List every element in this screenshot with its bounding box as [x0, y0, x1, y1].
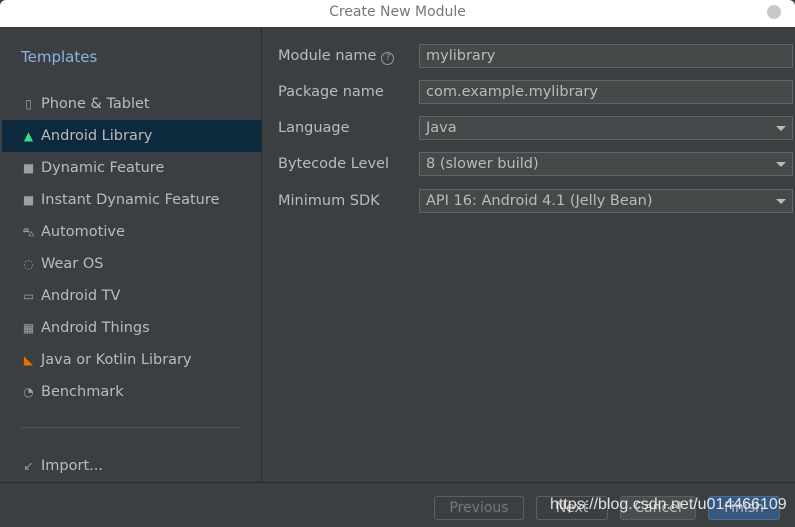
sidebar-item-android-things[interactable]: ▦ Android Things — [2, 312, 261, 344]
module-name-label: Module name? — [278, 48, 404, 65]
module-name-input[interactable]: mylibrary — [419, 44, 793, 68]
car-icon: ⛍ — [22, 224, 35, 239]
language-dropdown[interactable]: Java — [419, 116, 793, 140]
language-label: Language — [278, 120, 350, 136]
sidebar-item-instant-dynamic-feature[interactable]: ■ Instant Dynamic Feature — [2, 184, 261, 216]
phone-tablet-icon: ▯ — [25, 96, 32, 111]
sidebar-item-wear-os[interactable]: ◌ Wear OS — [2, 248, 261, 280]
import-icon: ↙ — [23, 458, 34, 473]
sidebar-item-phone-tablet[interactable]: ▯ Phone & Tablet — [2, 88, 261, 120]
sidebar-divider — [21, 427, 241, 428]
things-chip-icon: ▦ — [22, 320, 35, 335]
sidebar-item-java-kotlin-library[interactable]: ◣ Java or Kotlin Library — [2, 344, 261, 376]
benchmark-gauge-icon: ◔ — [23, 384, 34, 399]
android-icon: ▲ — [23, 128, 34, 143]
templates-heading: Templates — [21, 48, 98, 66]
watermark: https://blog.csdn.net/u014466109 — [550, 496, 787, 513]
bytecode-level-label: Bytecode Level — [278, 156, 389, 172]
module-form: Module name? mylibrary Package name com.ex… — [263, 27, 795, 482]
minimum-sdk-dropdown[interactable]: API 16: Android 4.1 (Jelly Bean) — [419, 189, 793, 213]
tv-icon: ▭ — [22, 288, 35, 303]
package-name-input[interactable]: com.example.mylibrary — [419, 80, 793, 104]
templates-sidebar: Templates ▯ Phone & Tablet ▲ Android Libra… — [0, 27, 262, 482]
kotlin-icon: ◣ — [23, 352, 34, 367]
sidebar-item-android-library[interactable]: ▲ Android Library — [2, 120, 261, 152]
import-button[interactable]: ↙ Import... — [2, 450, 261, 482]
title-bar: Create New Module — [0, 0, 795, 27]
window-title: Create New Module — [329, 4, 466, 20]
watch-icon: ◌ — [23, 256, 34, 271]
sidebar-item-dynamic-feature[interactable]: ■ Dynamic Feature — [2, 152, 261, 184]
minimum-sdk-label: Minimum SDK — [278, 193, 380, 209]
sidebar-item-benchmark[interactable]: ◔ Benchmark — [2, 376, 261, 408]
sidebar-item-automotive[interactable]: ⛍ Automotive — [2, 216, 261, 248]
instant-feature-folder-icon: ■ — [22, 192, 35, 207]
help-icon[interactable]: ? — [381, 51, 395, 65]
dynamic-feature-folder-icon: ■ — [22, 160, 35, 175]
sidebar-item-android-tv[interactable]: ▭ Android TV — [2, 280, 261, 312]
previous-button[interactable]: Previous — [434, 496, 524, 520]
package-name-label: Package name — [278, 84, 384, 100]
bytecode-level-dropdown[interactable]: 8 (slower build) — [419, 152, 793, 176]
close-button[interactable] — [767, 5, 781, 19]
